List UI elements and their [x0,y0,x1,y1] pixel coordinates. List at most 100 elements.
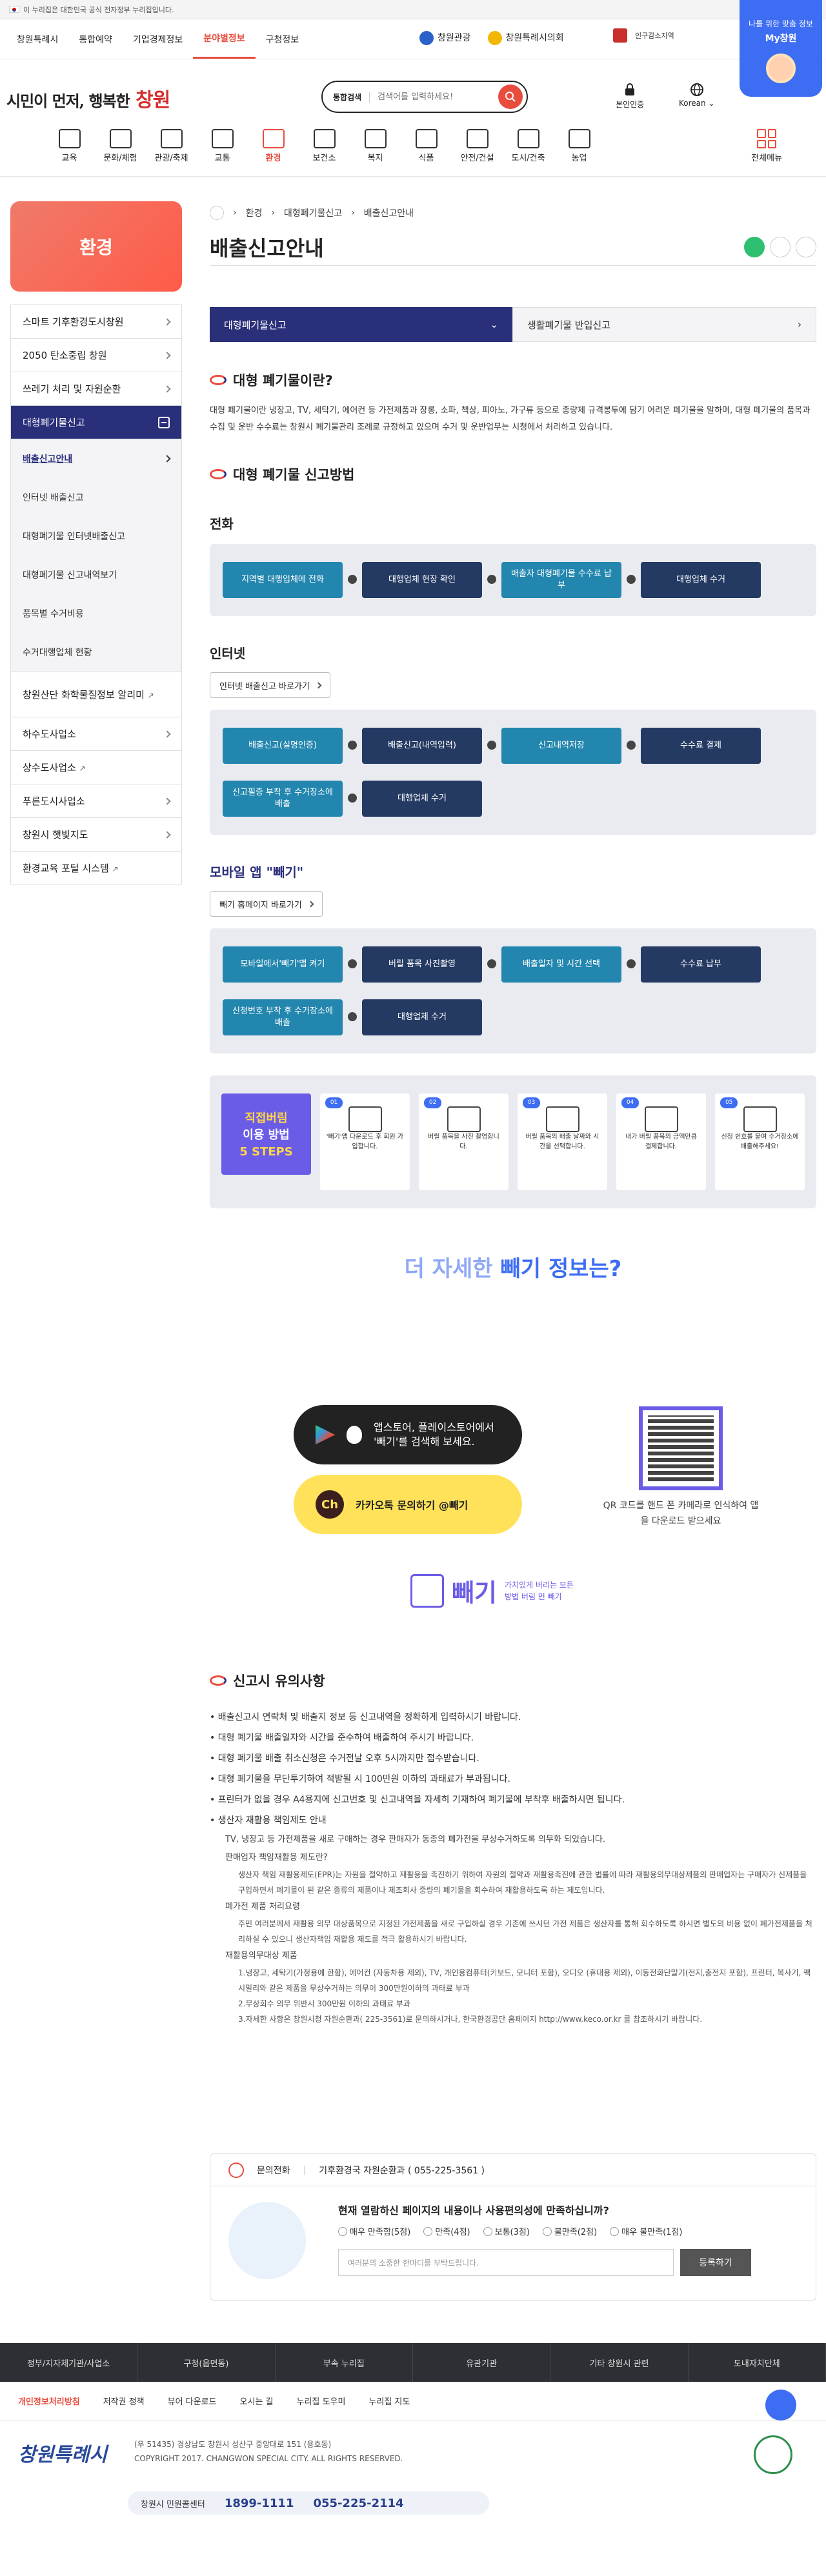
sidebar-item-green[interactable]: 푸른도시사업소 [10,784,182,817]
sidebar-item-smart-city[interactable]: 스마트 기후환경도시창원 [10,305,182,338]
menu-urban[interactable]: 도시/건축 [503,129,554,175]
menu-safety[interactable]: 안전/건설 [452,129,503,175]
chevron-right-icon [307,901,314,907]
opinion-input[interactable]: 여러분의 소중한 한마디를 부탁드립니다. [338,2249,674,2276]
main-menu: 교육 문화/체험 관광/축제 교통 환경 보건소 복지 식품 안전/건설 도시/… [0,129,826,175]
sidebar-item-label: 창원시 햇빛지도 [23,829,88,841]
footer-logo: 창원특례시 [18,2444,107,2466]
rating-radio[interactable]: 매우 만족함(5점) [338,2225,410,2237]
submenu-cost[interactable]: 품목별 수거비용 [11,594,181,633]
language-select[interactable]: Korean ⌄ [679,83,715,108]
agriculture-icon [568,129,590,148]
tab-bulky-waste[interactable]: 대형폐기물신고 ⌄ [210,307,512,342]
link-icon[interactable] [770,236,791,257]
all-menu-button[interactable]: 전체메뉴 [751,129,782,163]
footer-dropdown[interactable]: 유관기관 [413,2343,551,2382]
sidebar: 환경 스마트 기후환경도시창원 2050 탄소중립 창원 쓰레기 처리 및 자원… [10,201,182,884]
sidebar-item-carbon[interactable]: 2050 탄소중립 창원 [10,338,182,372]
print-icon[interactable] [796,236,816,257]
search-button[interactable] [498,85,523,109]
promo-line2: My창원 [765,34,797,44]
gov-notice-bar: 이 누리집은 대한민국 공식 전자정부 누리집입니다. [0,0,826,19]
footer-dropdown[interactable]: 구청(읍면동) [137,2343,276,2382]
internet-report-link[interactable]: 인터넷 배출신고 바로가기 [210,672,330,698]
sitemap-link[interactable]: 누리집 지도 [368,2395,410,2407]
heading-bullet-icon [210,469,227,479]
menu-culture[interactable]: 문화/체험 [95,129,146,175]
submenu-internet[interactable]: 인터넷 배출신고 [11,478,181,517]
flow-step: 수수료 납부 [641,946,761,983]
submenu-label: 대형폐기물 신고내역보기 [23,570,117,581]
submenu-guide[interactable]: 배출신고안내 [11,439,181,478]
footer-dropdown[interactable]: 기타 창원시 관련 [550,2343,689,2382]
sidebar-item-water[interactable]: 상수도사업소 ↗ [10,750,182,784]
tourism-icon [160,129,183,148]
copyright-link[interactable]: 저작권 정책 [103,2395,145,2407]
content-tabs: 대형폐기물신고 ⌄ 생활폐기물 반입신고 › [210,307,816,342]
submenu-internet-bulky[interactable]: 대형폐기물 인터넷배출신고 [11,517,181,555]
search-input[interactable] [378,92,498,102]
tab-household-waste[interactable]: 생활폐기물 반입신고 › [512,307,816,342]
welfare-icon [364,129,387,148]
sidebar-item-sewer[interactable]: 하수도사업소 [10,717,182,750]
external-link-icon: ↗ [79,764,86,773]
sidebar-item-waste[interactable]: 쓰레기 처리 및 자원순환 [10,372,182,405]
breadcrumb-item[interactable]: 환경 [246,206,263,219]
sidebar-item-label: 쓰레기 처리 및 자원순환 [23,383,121,395]
home-icon[interactable] [210,206,224,220]
menu-education[interactable]: 교육 [44,129,95,175]
top-links: 창원관광 창원특례시의회 [419,31,564,45]
site-link-reservation[interactable]: 통합예약 [68,19,123,59]
notice-subitem: 폐가전 제품 처리요령 [225,1902,300,1912]
brand-sub: 가치있게 버리는 모든 방법 버림 먼 빼기 [504,1580,574,1601]
submenu-history[interactable]: 대형폐기물 신고내역보기 [11,555,181,594]
site-logo[interactable]: 시민이 먼저, 행복한 창원 [6,84,170,112]
menu-agriculture[interactable]: 농업 [554,129,605,175]
rating-radio[interactable]: 보통(3점) [483,2225,530,2237]
menu-tourism[interactable]: 관광/축제 [146,129,197,175]
sidebar-item-chemical[interactable]: 창원산단 화학물질정보 알리미 ↗ [10,672,182,717]
footer-dropdown[interactable]: 부속 누리집 [276,2343,413,2382]
ppaegi-home-link[interactable]: 빼기 홈페이지 바로가기 [210,891,323,917]
menu-welfare[interactable]: 복지 [350,129,401,175]
kakao-button[interactable]: Ch 카카오톡 문의하기 @빼기 [294,1475,522,1534]
sidebar-item-bulky-waste[interactable]: 대형폐기물신고 [10,405,182,439]
rating-radio[interactable]: 매우 불만족(1점) [610,2225,682,2237]
flow-step: 신고내역저장 [501,728,636,764]
directions-link[interactable]: 오시는 길 [240,2395,274,2407]
share-icon[interactable] [744,236,765,257]
menu-traffic[interactable]: 교통 [197,129,248,175]
my-changwon-banner[interactable]: 나를 위한 맞춤 정보 My창원 [740,0,822,97]
footer-dropdown[interactable]: 도내자치단체 [689,2343,826,2382]
sidebar-item-label: 창원산단 화학물질정보 알리미 [23,689,145,701]
breadcrumb-item[interactable]: 대형폐기물신고 [284,206,342,219]
flow-step: 모바일에서'빼기'앱 켜기 [223,946,357,983]
privacy-policy-link[interactable]: 개인정보처리방침 [18,2395,80,2407]
app-store-button[interactable]: 앱스토어, 플레이스토어에서 '빼기'를 검색해 보세요. [294,1405,522,1464]
breadcrumb-item[interactable]: 배출신고안내 [364,206,414,219]
footer-dropdown[interactable]: 정부/지자체기관/사업소 [0,2343,138,2382]
submenu-agency[interactable]: 수거대행업체 현황 [11,633,181,672]
sidebar-item-sunmap[interactable]: 창원시 햇빛지도 [10,817,182,851]
council-link[interactable]: 창원특례시의회 [487,31,564,45]
sidebar-title-text: 환경 [79,237,113,258]
tour-link[interactable]: 창원관광 [419,31,471,45]
site-link-economy[interactable]: 기업경제정보 [123,19,193,59]
heading-text: 대형 폐기물 신고방법 [233,467,355,483]
flow-step: 배출신고(내역입력) [362,728,496,764]
viewer-download-link[interactable]: 뷰어 다운로드 [168,2395,217,2407]
site-help-link[interactable]: 누리집 도우미 [297,2395,346,2407]
menu-food[interactable]: 식품 [401,129,452,175]
rating-radio[interactable]: 불만족(2점) [543,2225,597,2237]
rating-radio[interactable]: 만족(4점) [423,2225,470,2237]
scroll-top-button[interactable] [765,2390,796,2421]
site-link-district[interactable]: 구청정보 [256,19,310,59]
submit-button[interactable]: 등록하기 [680,2249,751,2276]
search-category[interactable]: 통합검색 [333,91,370,103]
menu-health[interactable]: 보건소 [299,129,350,175]
site-link-changwon[interactable]: 창원특례시 [6,19,68,59]
sidebar-item-edu[interactable]: 환경교육 포털 시스템 ↗ [10,851,182,884]
menu-environment[interactable]: 환경 [248,129,299,175]
site-link-field[interactable]: 분야별정보 [193,19,256,59]
auth-button[interactable]: 본인인증 [616,83,644,110]
